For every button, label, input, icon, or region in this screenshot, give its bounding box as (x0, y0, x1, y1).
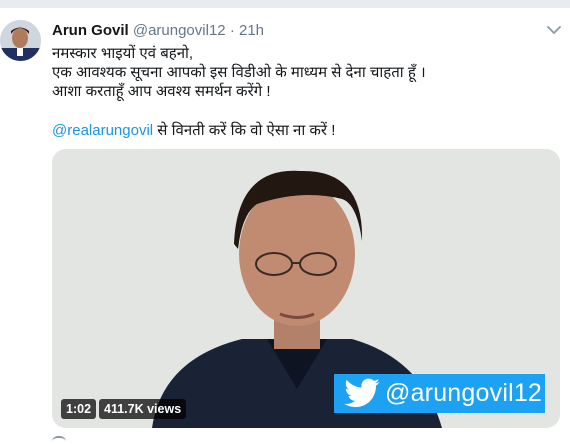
tweet-text: नमस्कार भाइयों एवं बहनो, एक आवश्यक सूचना… (52, 44, 557, 101)
video-player[interactable]: @arungovil12 1:02 411.7K views (52, 149, 560, 428)
reply-icon[interactable] (52, 436, 66, 444)
author-handle[interactable]: @arungovil12 (133, 22, 226, 39)
author-avatar[interactable] (0, 20, 41, 61)
tweet-text-line: आशा करताहूँ आप अवश्य समर्थन करेंगे ! (52, 83, 271, 100)
video-views: 411.7K views (99, 399, 187, 419)
top-border (0, 0, 570, 8)
author-name[interactable]: Arun Govil (52, 22, 129, 39)
tweet-timestamp[interactable]: 21h (239, 22, 264, 39)
header-separator: · (229, 22, 235, 39)
brand-handle-text: @arungovil12 (385, 379, 543, 407)
video-duration: 1:02 (61, 399, 97, 419)
chevron-down-icon[interactable] (544, 20, 564, 40)
tweet-header: Arun Govil @arungovil12 · 21h (52, 22, 264, 39)
twitter-bird-icon (344, 378, 380, 407)
mention-link[interactable]: @realarungovil (52, 122, 153, 139)
tweet-text-line: नमस्कार भाइयों एवं बहनो, (52, 45, 194, 62)
mention-suffix: से विनती करें कि वो ऐसा ना करें ! (153, 122, 336, 139)
brand-badge: @arungovil12 (334, 374, 545, 413)
tweet-mention-line: @realarungovil से विनती करें कि वो ऐसा न… (52, 120, 335, 140)
avatar-image (0, 20, 41, 61)
tweet-text-line: एक आवश्यक सूचना आपको इस विडीओ के माध्यम … (52, 64, 426, 81)
